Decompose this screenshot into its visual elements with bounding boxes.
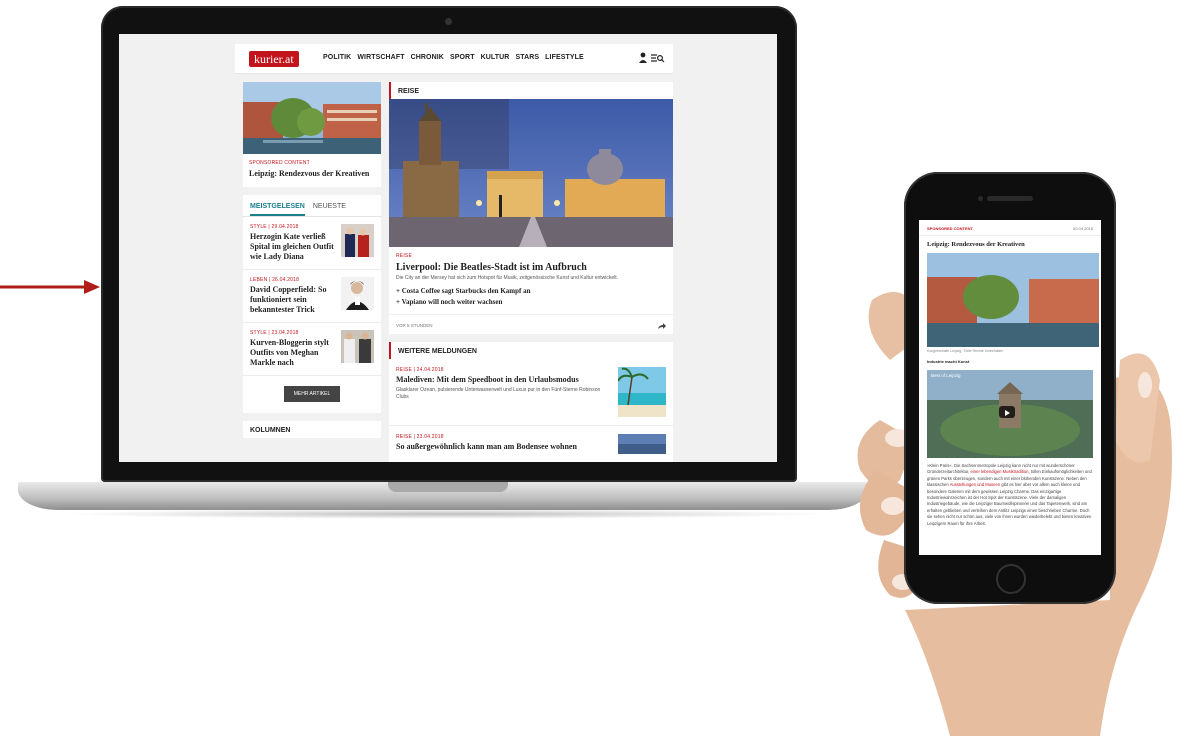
nav-wirtschaft[interactable]: WIRTSCHAFT bbox=[357, 54, 404, 61]
sponsored-title[interactable]: Leipzig: Rendezvous der Kreativen bbox=[249, 169, 375, 179]
nav-chronik[interactable]: CHRONIK bbox=[411, 54, 444, 61]
phone-body-text-3: gibt es hier aber vor allem auch kleine … bbox=[927, 482, 1092, 526]
lead-footer: VOR 5 STUNDEN bbox=[389, 314, 673, 334]
phone-video-player[interactable]: Best of Leipzig bbox=[927, 370, 1093, 458]
phone-article-title: Leipzig: Rendezvous der Kreativen bbox=[927, 241, 1025, 248]
left-column: SPONSORED CONTENT Leipzig: Rendezvous de… bbox=[243, 82, 381, 446]
laptop-camera-icon bbox=[445, 18, 452, 25]
lead-teaser: Die City an der Mersey hat sich zum Hots… bbox=[396, 275, 619, 281]
pointer-arrow-icon bbox=[0, 280, 100, 294]
menu-search-icon[interactable] bbox=[651, 54, 665, 63]
kurier-website: kurier.at POLITIK WIRTSCHAFT CHRONIK SPO… bbox=[235, 44, 673, 462]
list-item-kicker: STYLE | 23.04.2018 bbox=[250, 330, 299, 336]
site-header: kurier.at POLITIK WIRTSCHAFT CHRONIK SPO… bbox=[235, 44, 673, 74]
related-link-costa[interactable]: + Costa Coffee sagt Starbucks den Kampf … bbox=[389, 284, 673, 295]
list-item[interactable]: STYLE | 23.04.2018 Kurven-Bloggerin styl… bbox=[243, 323, 381, 376]
phone-article-header: SPONSORED CONTENT 00.04.2018 bbox=[919, 220, 1101, 236]
related-link-vapiano[interactable]: + Vapiano will noch weiter wachsen bbox=[389, 295, 673, 306]
news-item[interactable]: REISE | 24.04.2018 Malediven: Mit dem Sp… bbox=[389, 359, 673, 426]
share-icon[interactable] bbox=[658, 323, 666, 329]
site-logo[interactable]: kurier.at bbox=[249, 51, 299, 67]
nav-politik[interactable]: POLITIK bbox=[323, 54, 351, 61]
laptop-lid: kurier.at POLITIK WIRTSCHAFT CHRONIK SPO… bbox=[101, 6, 797, 482]
news-item-teaser: Glasklarer Ozean, pulsierende Unterwasse… bbox=[396, 387, 601, 400]
phone-date: 00.04.2018 bbox=[1072, 226, 1093, 231]
phone-subheading: Industrie macht Kunst bbox=[927, 359, 970, 364]
tab-neueste[interactable]: NEUESTE bbox=[313, 203, 346, 216]
most-read-card: MEISTGELESEN NEUESTE STYLE | 29.04.2018 … bbox=[243, 195, 381, 413]
laptop-screen: kurier.at POLITIK WIRTSCHAFT CHRONIK SPO… bbox=[119, 34, 777, 462]
nav-lifestyle[interactable]: LIFESTYLE bbox=[545, 54, 584, 61]
sponsored-kicker: SPONSORED CONTENT bbox=[249, 160, 310, 166]
phone-leipzig-image bbox=[927, 253, 1099, 347]
news-item[interactable]: REISE | 23.04.2018 So außergewöhnlich ka… bbox=[389, 426, 673, 462]
main-nav: POLITIK WIRTSCHAFT CHRONIK SPORT KULTUR … bbox=[323, 54, 584, 61]
header-icons bbox=[639, 52, 665, 67]
phone-article-body: »Klein Paris«. Die Sachsenmetropole Leip… bbox=[919, 460, 1101, 530]
bloggers-thumbnail bbox=[341, 330, 374, 363]
laptop-shadow bbox=[60, 509, 830, 519]
nav-stars[interactable]: STARS bbox=[515, 54, 539, 61]
news-item-title[interactable]: So außergewöhnlich kann man am Bodensee … bbox=[396, 442, 612, 451]
section-heading-reise: REISE bbox=[389, 82, 673, 99]
main-column: REISE REISE Liverpool: Die Beatles-Stadt… bbox=[389, 82, 673, 462]
leipzig-canal-image bbox=[243, 82, 381, 154]
news-item-title[interactable]: Malediven: Mit dem Speedboot in den Urla… bbox=[396, 375, 612, 384]
columns-card: KOLUMNEN bbox=[243, 421, 381, 438]
phone-speaker bbox=[987, 196, 1033, 201]
most-read-tabs: MEISTGELESEN NEUESTE bbox=[243, 195, 381, 217]
royal-couple-thumbnail bbox=[341, 224, 374, 257]
phone-camera-icon bbox=[978, 196, 983, 201]
lead-kicker: REISE bbox=[396, 253, 413, 259]
list-item-kicker: LEBEN | 26.04.2018 bbox=[250, 277, 300, 283]
maldives-beach-thumbnail bbox=[618, 367, 666, 417]
portrait-thumbnail bbox=[341, 277, 374, 310]
list-item[interactable]: LEBEN | 26.04.2018 David Copperfield: So… bbox=[243, 270, 381, 323]
list-item-title[interactable]: David Copperfield: So funktioniert sein … bbox=[250, 285, 337, 315]
phone-image-caption: Kongresshalle Leipzig, ©Alle Rechte Vorb… bbox=[927, 349, 1004, 353]
news-item-kicker: REISE | 24.04.2018 bbox=[396, 367, 444, 373]
lead-timestamp: VOR 5 STUNDEN bbox=[396, 323, 433, 328]
list-item[interactable]: STYLE | 29.04.2018 Herzogin Kate verließ… bbox=[243, 217, 381, 270]
more-news-card: WEITERE MELDUNGEN REISE | 24.04.2018 Mal… bbox=[389, 342, 673, 462]
nav-kultur[interactable]: KULTUR bbox=[481, 54, 510, 61]
phone-home-button[interactable] bbox=[996, 564, 1026, 594]
nav-sport[interactable]: SPORT bbox=[450, 54, 475, 61]
laptop-notch bbox=[388, 482, 508, 492]
phone-video-title: Best of Leipzig bbox=[931, 373, 961, 378]
phone-screen: SPONSORED CONTENT 00.04.2018 Leipzig: Re… bbox=[919, 220, 1101, 555]
list-item-title[interactable]: Herzogin Kate verließ Spital im gleichen… bbox=[250, 232, 337, 262]
lead-card: REISE REISE Liverpool: Die Beatles-Stadt… bbox=[389, 82, 673, 334]
play-icon[interactable] bbox=[999, 406, 1015, 418]
phone-body-link-music[interactable]: einer lebendigen Musiktradition bbox=[971, 469, 1029, 474]
bodensee-thumbnail bbox=[618, 434, 666, 454]
user-icon[interactable] bbox=[639, 52, 647, 63]
smartphone: SPONSORED CONTENT 00.04.2018 Leipzig: Re… bbox=[904, 172, 1116, 604]
tab-meistgelesen[interactable]: MEISTGELESEN bbox=[250, 203, 305, 216]
section-heading-weitere: WEITERE MELDUNGEN bbox=[389, 342, 673, 359]
liverpool-night-image[interactable] bbox=[389, 99, 673, 247]
phone-body-link-museums[interactable]: Ausstellungen und Museen bbox=[950, 482, 1001, 487]
news-item-kicker: REISE | 23.04.2018 bbox=[396, 434, 444, 440]
phone-kicker: SPONSORED CONTENT bbox=[927, 226, 974, 231]
list-item-title[interactable]: Kurven-Bloggerin stylt Outfits von Megha… bbox=[250, 338, 337, 368]
list-item-kicker: STYLE | 29.04.2018 bbox=[250, 224, 299, 230]
columns-heading: KOLUMNEN bbox=[250, 427, 291, 434]
more-articles-button[interactable]: MEHR ARTIKEL bbox=[284, 386, 340, 402]
lead-title[interactable]: Liverpool: Die Beatles-Stadt ist im Aufb… bbox=[389, 259, 673, 273]
sponsored-card[interactable]: SPONSORED CONTENT Leipzig: Rendezvous de… bbox=[243, 82, 381, 187]
